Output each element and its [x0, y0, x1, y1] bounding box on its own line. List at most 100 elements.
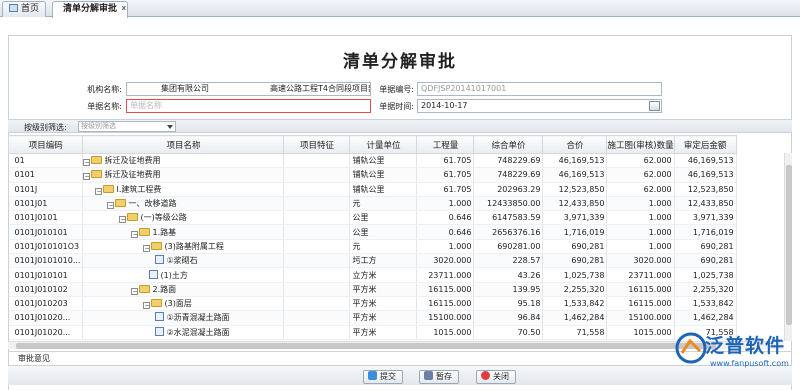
- table-row[interactable]: 0101J01020... ②水泥混凝土路面 平方米 1015.000 70.50 71,…: [8, 325, 737, 340]
- level-filter-select[interactable]: 按级别筛选: [78, 121, 176, 132]
- cell-price: 95.18: [473, 296, 544, 312]
- tree-toggle-icon[interactable]: −: [107, 202, 115, 210]
- cell-code: 0101J0101010...: [8, 253, 84, 269]
- tab-home[interactable]: 首页: [2, 1, 47, 17]
- cell-audit-amt: 12,523,850: [674, 182, 737, 197]
- col-audit-amt[interactable]: 审定后金额: [673, 135, 737, 154]
- cell-audit-qty: 15100.000: [606, 310, 675, 326]
- logo-icon: [675, 332, 707, 364]
- org-value: 集团有限公司: [161, 84, 209, 93]
- horizontal-scrollbar[interactable]: [8, 341, 784, 349]
- table-row[interactable]: 01− 拆迁及征地费用 铺轨公里 61.705 748229.69 46,169,513 6…: [8, 153, 737, 169]
- org-field[interactable]: 集团有限公司 高速公路工程T4合同段项目部: [126, 82, 371, 96]
- table-row[interactable]: 0101J0101− (一)等级公路 公里 0.646 6147583.59 3,971,…: [8, 210, 737, 226]
- logo-text: 泛普软件: [705, 335, 786, 357]
- cell-unit: 铺轨公里: [349, 167, 418, 183]
- cell-price: 748229.69: [473, 167, 544, 183]
- table-row[interactable]: 0101J010101O3− (3)路基附属工程元 1.000 690281.00 69…: [8, 239, 737, 255]
- table-row[interactable]: 0101J010101−1.路基 公里 0.646 2656376.16 1,716,0…: [8, 224, 737, 240]
- cell-audit-amt: 46,169,513: [674, 153, 737, 169]
- tree-toggle-icon[interactable]: −: [83, 173, 91, 181]
- cell-qty: 61.705: [416, 167, 475, 183]
- cell-qty: 16115.000: [416, 282, 475, 297]
- docno-field[interactable]: QDFJSP20141017001: [417, 82, 662, 96]
- table-row[interactable]: 0101J010203− (3)面层 平方米 16115.000 95.18 1,533,…: [8, 296, 737, 312]
- cell-code: 0101J01020...: [8, 310, 84, 326]
- cell-unit: 铺轨公里: [349, 153, 418, 169]
- table-row[interactable]: 0101J010102−2.路面 平方米 16115.000 139.95 2,255,…: [8, 282, 737, 297]
- tree-toggle-icon[interactable]: −: [119, 216, 127, 224]
- folder-icon: [151, 299, 163, 308]
- horizontal-scroll-thumb[interactable]: [16, 343, 716, 349]
- table-row[interactable]: 0101J − Ⅰ.建筑工程费 铺轨公里 61.705 202963.29 12,523,8…: [8, 182, 737, 197]
- cell-price: 748229.69: [473, 153, 544, 169]
- tree-toggle-icon[interactable]: −: [131, 230, 139, 238]
- folder-icon: [139, 227, 151, 236]
- item-name: Ⅰ.建筑工程费: [116, 184, 162, 194]
- close-label: 关闭: [493, 372, 509, 381]
- vertical-scrollbar[interactable]: [784, 153, 792, 341]
- col-code[interactable]: 项目编码: [7, 135, 84, 154]
- submit-button[interactable]: 提交: [363, 370, 403, 384]
- tree-toggle-icon[interactable]: −: [143, 244, 151, 252]
- cell-code: 0101J01: [8, 196, 84, 212]
- tree-toggle-icon[interactable]: −: [83, 159, 91, 167]
- col-audit-qty[interactable]: 施工图(审核)数量: [606, 135, 675, 154]
- item-name: 一、改移道路: [128, 199, 177, 209]
- logo-url: www.fanpusoft.com: [710, 359, 789, 368]
- cell-unit: 公里: [349, 224, 418, 240]
- filter-bar: 按级别筛选: 按级别筛选: [8, 119, 792, 133]
- cell-qty: 15100.000: [416, 310, 475, 326]
- doctime-field[interactable]: 2014-10-17: [417, 99, 662, 113]
- cell-unit: 元: [349, 196, 418, 212]
- col-price[interactable]: 综合单价: [473, 135, 544, 154]
- col-qty[interactable]: 工程量: [416, 135, 475, 154]
- vertical-scroll-thumb[interactable]: [786, 165, 792, 325]
- col-total[interactable]: 合价: [542, 135, 608, 154]
- tab-bill-approval[interactable]: 清单分解审批 x: [52, 1, 129, 18]
- item-name: (一)等级公路: [140, 213, 187, 223]
- cell-price: 202963.29: [473, 182, 544, 197]
- cell-code: 01: [8, 153, 84, 169]
- cell-feature: [283, 310, 351, 326]
- col-unit[interactable]: 计量单位: [349, 135, 418, 154]
- col-name[interactable]: 项目名称: [82, 135, 285, 154]
- cell-total: 1,533,842: [542, 296, 608, 312]
- cell-audit-qty: 1.000: [606, 239, 675, 255]
- tree-toggle-icon[interactable]: −: [131, 287, 139, 295]
- cell-qty: 61.705: [416, 153, 475, 169]
- cell-unit: 平方米: [349, 310, 418, 326]
- cell-qty: 1.000: [416, 196, 475, 212]
- cell-audit-amt: 1,533,842: [674, 296, 737, 312]
- cell-total: 1,462,284: [542, 310, 608, 326]
- tree-toggle-icon[interactable]: −: [95, 187, 103, 195]
- tab-bill-approval-label: 清单分解审批: [63, 4, 118, 14]
- brand-logo: 泛普软件 www.fanpusoft.com: [672, 328, 796, 378]
- cell-audit-amt: 2,255,320: [674, 282, 737, 297]
- item-name: ①浆砌石: [166, 256, 198, 266]
- table-row[interactable]: 0101J010101 (1)土方 立方米 23711.000 43.26 1,025,7…: [8, 267, 737, 283]
- tree-toggle-icon[interactable]: −: [143, 302, 151, 310]
- home-icon: [9, 4, 18, 12]
- close-button[interactable]: 关闭: [476, 370, 516, 384]
- cell-audit-qty: 1015.000: [606, 325, 675, 340]
- cell-audit-amt: 690,281: [674, 239, 737, 255]
- table-row[interactable]: 0101J01020... ①沥青混凝土路面 平方米 15100.000 96.84 1,…: [8, 310, 737, 326]
- item-name: ①沥青混凝土路面: [166, 313, 230, 323]
- save-button[interactable]: 暂存: [419, 370, 459, 384]
- cell-feature: [283, 253, 351, 269]
- cell-unit: 立方米: [349, 267, 418, 283]
- calendar-icon[interactable]: [649, 101, 660, 111]
- cell-name: ②水泥混凝土路面: [82, 325, 285, 340]
- cell-qty: 23711.000: [416, 267, 475, 283]
- cell-audit-qty: 3020.000: [606, 253, 675, 269]
- close-tab-icon[interactable]: x: [122, 1, 127, 16]
- docname-input[interactable]: 单据名称: [126, 99, 371, 113]
- cell-total: 1,716,019: [542, 224, 608, 240]
- table-row[interactable]: 0101J01− 一、改移道路元 1.000 12433850.00 12,433,85…: [8, 196, 737, 212]
- table-row[interactable]: 0101− 拆迁及征地费用 铺轨公里 61.705 748229.69 46,169,51…: [8, 167, 737, 183]
- item-name: (3)路基附属工程: [164, 241, 224, 251]
- col-feature[interactable]: 项目特征: [283, 135, 351, 154]
- table-row[interactable]: 0101J0101010... ①浆砌石 圬工方 3020.000 228.57 690,…: [8, 253, 737, 269]
- cell-total: 1,025,738: [542, 267, 608, 283]
